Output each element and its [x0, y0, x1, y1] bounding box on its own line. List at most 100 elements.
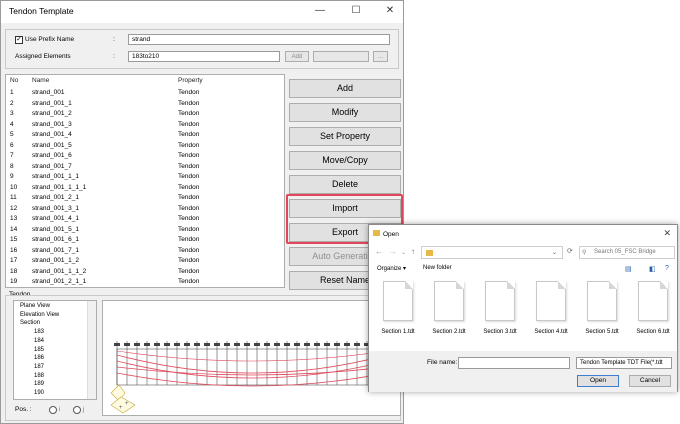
view-tree[interactable]: Plane View Elevation View Section 183 184 185…	[13, 300, 97, 400]
svg-text:+: +	[119, 405, 123, 411]
row-no: 11	[10, 194, 17, 201]
filetype-select[interactable]: Tendon Template TDT File(*.tdt	[576, 357, 672, 369]
dialog-close-button[interactable]: ✕	[663, 228, 671, 239]
row-property: Tendon	[178, 278, 200, 285]
tendon-list[interactable]: No Name Property 1 strand_001 Tendon 2 stran…	[5, 74, 285, 288]
table-row[interactable]: 18 strand_001_1_1_2 Tendon	[6, 267, 284, 278]
table-row[interactable]: 17 strand_001_1_2 Tendon	[6, 256, 284, 267]
back-arrow-icon[interactable]: ←	[375, 247, 383, 256]
table-row[interactable]: 7 strand_001_6 Tendon	[6, 151, 284, 162]
col-no-header[interactable]: No	[10, 77, 18, 84]
view-options-icon[interactable]: ▤	[625, 265, 632, 273]
filename-input[interactable]	[458, 357, 570, 369]
prefix-name-input[interactable]: strand	[128, 34, 390, 45]
file-item[interactable]: Section 6.tdt	[628, 281, 678, 351]
open-button[interactable]: Open	[577, 375, 619, 387]
file-item[interactable]: Section 5.tdt	[577, 281, 627, 351]
filename-label: File name:	[427, 359, 458, 366]
tree-node[interactable]: Plane View	[20, 303, 50, 309]
row-no: 10	[10, 183, 18, 191]
tree-node[interactable]: 190	[34, 390, 44, 396]
address-bar[interactable]: ⌄	[421, 246, 563, 259]
table-row[interactable]: 5 strand_001_4 Tendon	[6, 130, 284, 141]
new-folder-button[interactable]: New folder	[423, 265, 452, 271]
file-item[interactable]: Section 3.tdt	[475, 281, 525, 351]
up-arrow-icon[interactable]: ↑	[411, 247, 415, 256]
assigned-dropdown[interactable]	[313, 51, 369, 62]
tree-node[interactable]: Elevation View	[20, 312, 59, 318]
forward-arrow-icon[interactable]: →	[389, 247, 397, 256]
open-dialog: Open ✕ ← → ⌄ ↑ ⌄ ⟳ Search 05_FSC Bridge …	[368, 224, 678, 392]
recent-chevron-icon[interactable]: ⌄	[401, 249, 406, 256]
row-name: strand_001_2_1_1	[32, 278, 87, 285]
file-item[interactable]: Section 1.tdt	[373, 281, 423, 351]
organize-menu[interactable]: Organize ▾	[377, 265, 406, 272]
tendon-view-canvas[interactable]: + +	[102, 300, 401, 416]
pos-j-radio[interactable]	[73, 406, 81, 414]
assigned-elements-label: Assigned Elements	[15, 53, 71, 60]
row-name: strand_001_1_1_1	[32, 183, 87, 191]
use-prefix-checkbox[interactable]: ✓	[15, 36, 23, 44]
tree-node[interactable]: 184	[34, 338, 44, 344]
refresh-icon[interactable]: ⟳	[567, 247, 573, 255]
file-item[interactable]: Section 4.tdt	[526, 281, 576, 351]
file-icon	[587, 281, 617, 321]
pos-j-label: j	[83, 406, 85, 413]
table-row[interactable]: 14 strand_001_5_1 Tendon	[6, 225, 284, 236]
maximize-button[interactable]: ☐	[347, 4, 365, 18]
row-no: 9	[10, 173, 14, 180]
tree-node[interactable]: 187	[34, 364, 44, 370]
assigned-add-button[interactable]: Add	[285, 51, 309, 62]
tree-node[interactable]: 186	[34, 355, 44, 361]
table-row[interactable]: 13 strand_001_4_1 Tendon	[6, 214, 284, 225]
row-name: strand_001_3_1	[32, 204, 79, 212]
assigned-more-button[interactable]: ...	[373, 51, 388, 62]
move-copy-button[interactable]: Move/Copy	[289, 151, 401, 170]
table-row[interactable]: 19 strand_001_2_1_1 Tendon	[6, 277, 284, 287]
search-input[interactable]: Search 05_FSC Bridge	[579, 246, 675, 259]
row-name: strand_001_7_1	[32, 246, 79, 254]
row-no: 5	[10, 131, 14, 138]
table-row[interactable]: 16 strand_001_7_1 Tendon	[6, 246, 284, 257]
table-row[interactable]: 4 strand_001_3 Tendon	[6, 120, 284, 131]
table-row[interactable]: 12 strand_001_3_1 Tendon	[6, 204, 284, 215]
col-name-header[interactable]: Name	[32, 77, 49, 84]
file-item[interactable]: Section 2.tdt	[424, 281, 474, 351]
assigned-elements-input[interactable]: 183to210	[128, 51, 280, 62]
col-property-header[interactable]: Property	[178, 77, 203, 84]
tree-node[interactable]: Section	[20, 320, 40, 326]
close-button[interactable]: ✕	[381, 4, 399, 18]
modify-button[interactable]: Modify	[289, 103, 401, 122]
preview-pane-icon[interactable]: ◧	[649, 265, 656, 273]
table-row[interactable]: 11 strand_001_2_1 Tendon	[6, 193, 284, 204]
row-name: strand_001_2	[32, 110, 72, 117]
table-row[interactable]: 6 strand_001_5 Tendon	[6, 141, 284, 152]
address-dropdown-icon[interactable]: ⌄	[552, 249, 557, 256]
table-row[interactable]: 15 strand_001_6_1 Tendon	[6, 235, 284, 246]
help-icon[interactable]: ?	[665, 265, 669, 272]
row-no: 18	[10, 267, 18, 275]
row-no: 8	[10, 162, 14, 170]
svg-text:+: +	[125, 401, 129, 407]
table-row[interactable]: 3 strand_001_2 Tendon	[6, 109, 284, 120]
minimize-button[interactable]: —	[311, 4, 329, 18]
add-button[interactable]: Add	[289, 79, 401, 98]
table-row[interactable]: 8 strand_001_7 Tendon	[6, 162, 284, 173]
set-property-button[interactable]: Set Property	[289, 127, 401, 146]
delete-button[interactable]: Delete	[289, 175, 401, 194]
table-row[interactable]: 10 strand_001_1_1_1 Tendon	[6, 183, 284, 194]
table-row[interactable]: 2 strand_001_1 Tendon	[6, 99, 284, 110]
cancel-button[interactable]: Cancel	[629, 375, 671, 387]
tree-scrollbar[interactable]	[87, 301, 96, 399]
row-property: Tendon	[178, 141, 200, 149]
tree-node[interactable]: 185	[34, 347, 44, 353]
tree-node[interactable]: 188	[34, 373, 44, 379]
tree-node[interactable]: 183	[34, 329, 44, 335]
file-name: Section 5.tdt	[585, 329, 619, 335]
tree-node[interactable]: 189	[34, 381, 44, 387]
row-property: Tendon	[178, 173, 200, 180]
table-row[interactable]: 9 strand_001_1_1 Tendon	[6, 172, 284, 183]
pos-i-radio[interactable]	[49, 406, 57, 414]
table-row[interactable]: 1 strand_001 Tendon	[6, 88, 284, 99]
row-no: 4	[10, 120, 14, 128]
